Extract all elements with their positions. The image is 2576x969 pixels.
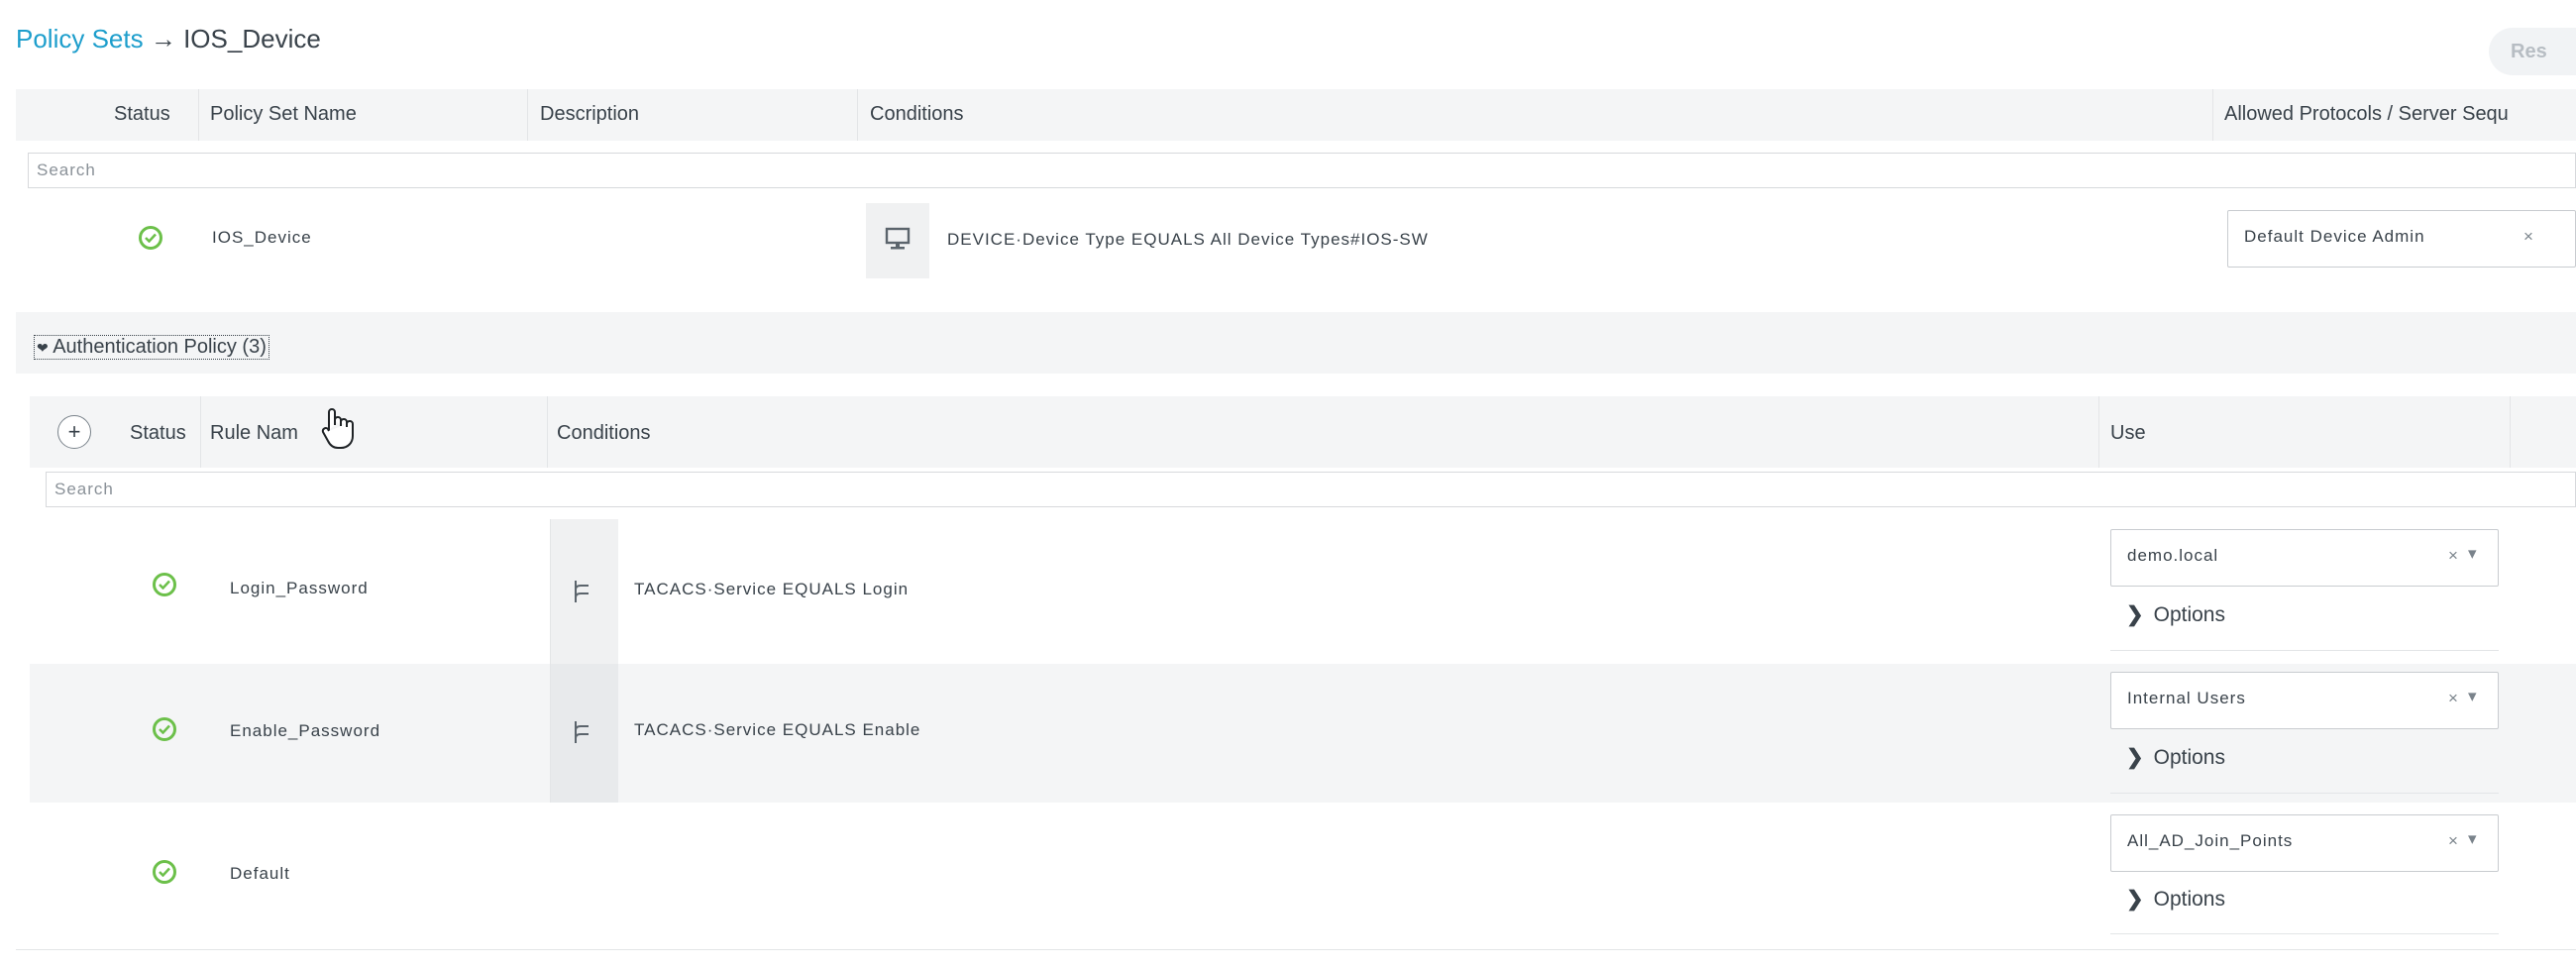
policy-set-header-conditions[interactable]: Conditions <box>870 103 964 126</box>
add-rule-button[interactable]: + <box>57 415 91 449</box>
policy-set-search-input[interactable]: Search <box>28 153 2576 188</box>
auth-policy-toggle[interactable]: ❤ Authentication Policy (3) <box>34 335 269 360</box>
rule-name[interactable]: Enable_Password <box>230 721 380 741</box>
options-label: Options <box>2153 745 2225 769</box>
header-divider <box>2212 89 2213 141</box>
options-label: Options <box>2153 887 2225 911</box>
chevron-down-icon: ❤ <box>37 340 49 356</box>
auth-header-use[interactable]: Use <box>2110 422 2146 445</box>
header-divider <box>200 396 201 468</box>
chevron-right-icon: ❯ <box>2126 603 2144 626</box>
rule-condition[interactable]: TACACS·Service EQUALS Login <box>634 580 909 599</box>
policy-set-header-name[interactable]: Policy Set Name <box>210 103 357 126</box>
breadcrumb: Policy Sets → IOS_Device <box>16 24 321 54</box>
options-toggle[interactable]: ❯ Options <box>2126 602 2225 627</box>
use-select-value: All_AD_Join_Points <box>2127 831 2294 850</box>
header-divider <box>2098 396 2099 468</box>
status-enabled-icon[interactable] <box>139 226 162 250</box>
clear-icon[interactable]: × <box>2448 831 2458 851</box>
auth-policy-search-input[interactable]: Search <box>46 472 2576 507</box>
plus-icon: + <box>67 419 81 444</box>
search-placeholder: Search <box>37 161 96 179</box>
header-divider <box>527 89 528 141</box>
options-underline <box>2110 650 2499 651</box>
header-divider <box>2510 396 2511 468</box>
rule-condition[interactable]: TACACS·Service EQUALS Enable <box>634 720 920 740</box>
breadcrumb-current: IOS_Device <box>183 24 321 54</box>
status-enabled-icon[interactable] <box>153 573 176 596</box>
clear-icon[interactable]: × <box>2448 689 2458 708</box>
policy-set-name[interactable]: IOS_Device <box>212 228 312 248</box>
allowed-protocol-value: Default Device Admin <box>2244 227 2425 246</box>
policy-set-table-header <box>16 89 2576 141</box>
status-enabled-icon[interactable] <box>153 717 176 741</box>
options-underline <box>2110 793 2499 794</box>
use-select[interactable]: All_AD_Join_Points × ▾ <box>2110 814 2499 872</box>
clear-icon[interactable]: × <box>2523 227 2533 247</box>
use-select-value: Internal Users <box>2127 689 2246 707</box>
policy-set-header-status[interactable]: Status <box>114 103 170 126</box>
header-divider <box>547 396 548 468</box>
policy-set-header-allowed-protocols[interactable]: Allowed Protocols / Server Sequ <box>2224 103 2509 126</box>
reset-button[interactable]: Res <box>2489 28 2576 75</box>
condition-tree-icon <box>571 579 594 610</box>
use-select[interactable]: demo.local × ▾ <box>2110 529 2499 587</box>
hand-cursor-icon <box>320 406 358 456</box>
clear-icon[interactable]: × <box>2448 546 2458 566</box>
rule-name[interactable]: Default <box>230 864 290 884</box>
breadcrumb-arrow-icon: → <box>150 24 176 54</box>
options-underline <box>2110 933 2499 934</box>
auth-header-status[interactable]: Status <box>130 422 186 445</box>
auth-policy-toggle-label: Authentication Policy (3) <box>53 336 267 358</box>
options-toggle[interactable]: ❯ Options <box>2126 745 2225 770</box>
options-toggle[interactable]: ❯ Options <box>2126 887 2225 912</box>
chevron-right-icon: ❯ <box>2126 746 2144 769</box>
search-placeholder: Search <box>54 480 114 498</box>
chevron-down-icon[interactable]: ▾ <box>2468 829 2477 849</box>
header-divider <box>857 89 858 141</box>
auth-policy-table-header <box>30 396 2576 468</box>
options-label: Options <box>2153 602 2225 626</box>
policy-set-condition[interactable]: DEVICE·Device Type EQUALS All Device Typ… <box>947 230 1429 250</box>
header-divider <box>198 89 199 141</box>
condition-tree-icon <box>571 719 594 751</box>
monitor-icon <box>885 226 911 258</box>
use-select-value: demo.local <box>2127 546 2219 565</box>
reset-button-label: Res <box>2511 40 2547 62</box>
rule-name[interactable]: Login_Password <box>230 579 369 598</box>
chevron-down-icon[interactable]: ▾ <box>2468 687 2477 706</box>
auth-header-rule-name[interactable]: Rule Nam <box>210 422 298 445</box>
auth-policy-section-bar <box>16 312 2576 374</box>
table-bottom-border <box>16 949 2576 950</box>
allowed-protocol-select[interactable]: Default Device Admin × <box>2227 210 2576 268</box>
breadcrumb-policy-sets-link[interactable]: Policy Sets <box>16 24 144 54</box>
policy-set-header-description[interactable]: Description <box>540 103 639 126</box>
auth-header-conditions[interactable]: Conditions <box>557 422 651 445</box>
chevron-right-icon: ❯ <box>2126 888 2144 911</box>
use-select[interactable]: Internal Users × ▾ <box>2110 672 2499 729</box>
status-enabled-icon[interactable] <box>153 860 176 884</box>
chevron-down-icon[interactable]: ▾ <box>2468 544 2477 564</box>
